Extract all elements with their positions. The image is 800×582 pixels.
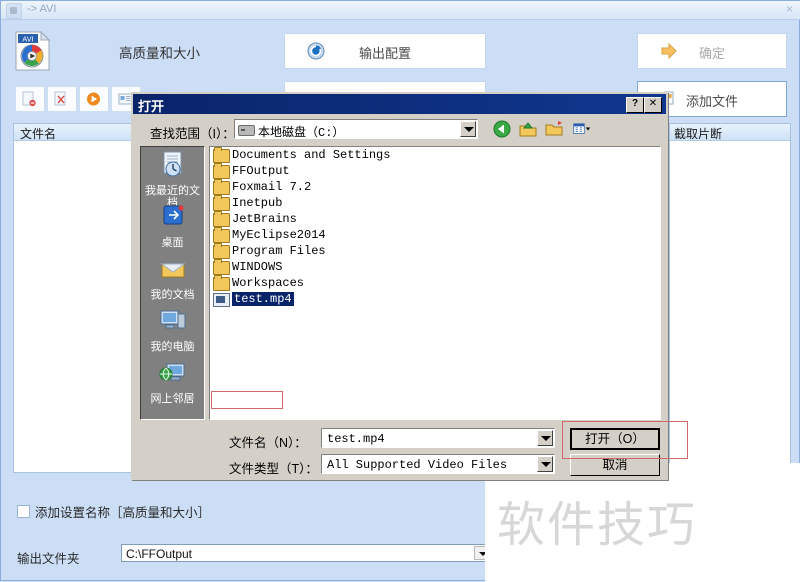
desktop-icon — [163, 205, 184, 225]
output-folder-value: C:\FFOutput — [126, 547, 193, 561]
video-file-icon — [213, 293, 230, 307]
clip-list-header: 截取片断 — [670, 124, 790, 141]
close-icon[interactable]: ✕ — [644, 97, 662, 113]
new-folder-icon[interactable] — [545, 120, 563, 138]
watermark-panel: 软件技巧 — [485, 463, 800, 582]
recent-documents-icon — [163, 151, 181, 177]
folder-icon — [213, 163, 230, 179]
folder-icon — [213, 227, 230, 243]
chevron-down-icon[interactable] — [460, 121, 476, 137]
output-config-button[interactable]: 输出配置 — [284, 33, 486, 69]
remove-file-button[interactable] — [15, 86, 45, 112]
chevron-down-icon[interactable] — [537, 430, 553, 446]
look-in-value: 本地磁盘（C:） — [236, 121, 459, 140]
folder-icon — [213, 179, 230, 195]
hard-drive-icon — [238, 125, 255, 136]
list-item[interactable]: WINDOWS — [210, 259, 660, 275]
file-name: JetBrains — [232, 212, 297, 226]
file-list[interactable]: Documents and Settings FFOutput Foxmail … — [209, 146, 661, 420]
file-name: test.mp4 — [232, 292, 294, 306]
look-in-combo[interactable]: 本地磁盘（C:） — [234, 119, 478, 140]
place-recent-documents[interactable]: 我最近的文档 — [141, 151, 204, 209]
cancel-button[interactable]: 取消 — [570, 454, 660, 476]
clip-list-panel[interactable]: 截取片断 — [669, 123, 791, 473]
avi-format-icon: AVI — [15, 31, 51, 71]
list-item[interactable]: Inetpub — [210, 195, 660, 211]
place-network-places[interactable]: 网上邻居 — [141, 359, 204, 405]
chevron-down-icon[interactable] — [537, 456, 553, 472]
file-type-label: 文件类型（T）： — [229, 462, 318, 476]
svg-text:AVI: AVI — [22, 36, 33, 44]
file-name: Foxmail 7.2 — [232, 180, 312, 194]
place-my-computer[interactable]: 我的电脑 — [141, 307, 204, 353]
my-documents-icon — [159, 263, 186, 278]
place-label: 我的文档 — [150, 289, 195, 301]
list-item[interactable]: Program Files — [210, 243, 660, 259]
folder-icon — [213, 275, 230, 291]
place-label: 我的电脑 — [150, 341, 195, 353]
open-button[interactable]: 打开（O） — [570, 428, 660, 450]
output-config-label: 输出配置 — [358, 46, 411, 61]
list-item[interactable]: Documents and Settings — [210, 147, 660, 163]
output-folder-label: 输出文件夹 — [17, 552, 80, 566]
folder-icon — [213, 195, 230, 211]
up-one-level-icon[interactable] — [519, 120, 537, 138]
dialog-title: 打开 — [138, 99, 165, 114]
list-item[interactable]: JetBrains — [210, 211, 660, 227]
file-name: FFOutput — [232, 164, 290, 178]
place-label: 网上邻居 — [150, 393, 195, 405]
place-desktop[interactable]: 桌面 — [141, 203, 204, 249]
file-type-value: All Supported Video Files — [323, 456, 536, 472]
open-file-dialog: 打开 ? ✕ 查找范围（I）： 本地磁盘（C:） 我最近的文档 桌面 我的文档 … — [131, 92, 668, 480]
clear-list-icon — [54, 91, 66, 106]
folder-icon — [213, 243, 230, 259]
close-icon[interactable]: × — [786, 3, 793, 16]
help-icon[interactable]: ? — [626, 97, 644, 113]
folder-icon — [213, 147, 230, 163]
preset-name-label: 高质量和大小 — [119, 46, 200, 61]
list-item[interactable]: MyEclipse2014 — [210, 227, 660, 243]
back-arrow-icon[interactable] — [493, 120, 511, 138]
views-icon[interactable] — [573, 120, 591, 138]
watermark-text: 软件技巧 — [497, 497, 698, 553]
play-icon — [87, 92, 100, 106]
remove-file-icon — [22, 91, 36, 107]
file-name: Program Files — [232, 244, 326, 258]
place-my-documents[interactable]: 我的文档 — [141, 255, 204, 301]
network-places-icon — [159, 363, 184, 381]
folder-icon — [213, 259, 230, 275]
output-folder-input[interactable]: C:\FFOutput — [121, 544, 491, 562]
add-setting-name-label: 添加设置名称［高质量和大小］ — [35, 506, 211, 520]
file-name-value: test.mp4 — [323, 430, 536, 446]
place-label: 桌面 — [161, 237, 184, 249]
play-button[interactable] — [79, 86, 109, 112]
list-item[interactable]: Foxmail 7.2 — [210, 179, 660, 195]
places-bar: 我最近的文档 桌面 我的文档 我的电脑 网上邻居 — [140, 146, 205, 420]
clear-list-button[interactable] — [47, 86, 77, 112]
my-computer-icon — [160, 310, 185, 329]
file-name-label: 文件名（N）： — [229, 436, 307, 450]
add-setting-name-checkbox[interactable] — [17, 505, 30, 518]
file-name: Workspaces — [232, 276, 305, 290]
file-name: Documents and Settings — [232, 148, 391, 162]
look-in-label: 查找范围（I）： — [150, 127, 235, 141]
list-item[interactable]: FFOutput — [210, 163, 660, 179]
dialog-titlebar: 打开 ? ✕ — [133, 94, 666, 114]
add-setting-name-row[interactable]: 添加设置名称［高质量和大小］ — [17, 502, 210, 521]
file-type-combo[interactable]: All Supported Video Files — [321, 454, 555, 474]
folder-icon — [213, 211, 230, 227]
file-name: Inetpub — [232, 196, 283, 210]
confirm-button[interactable]: 确定 — [637, 33, 787, 69]
file-name: MyEclipse2014 — [232, 228, 326, 242]
list-item[interactable]: Workspaces — [210, 275, 660, 291]
confirm-label: 确定 — [698, 46, 725, 61]
app-title: -> AVI — [27, 3, 57, 15]
app-titlebar: -> AVI × — [1, 1, 800, 20]
file-name: WINDOWS — [232, 260, 283, 274]
avi-video-icon — [6, 3, 22, 19]
list-item-selected[interactable]: test.mp4 — [210, 291, 660, 307]
file-name-input[interactable]: test.mp4 — [321, 428, 555, 448]
